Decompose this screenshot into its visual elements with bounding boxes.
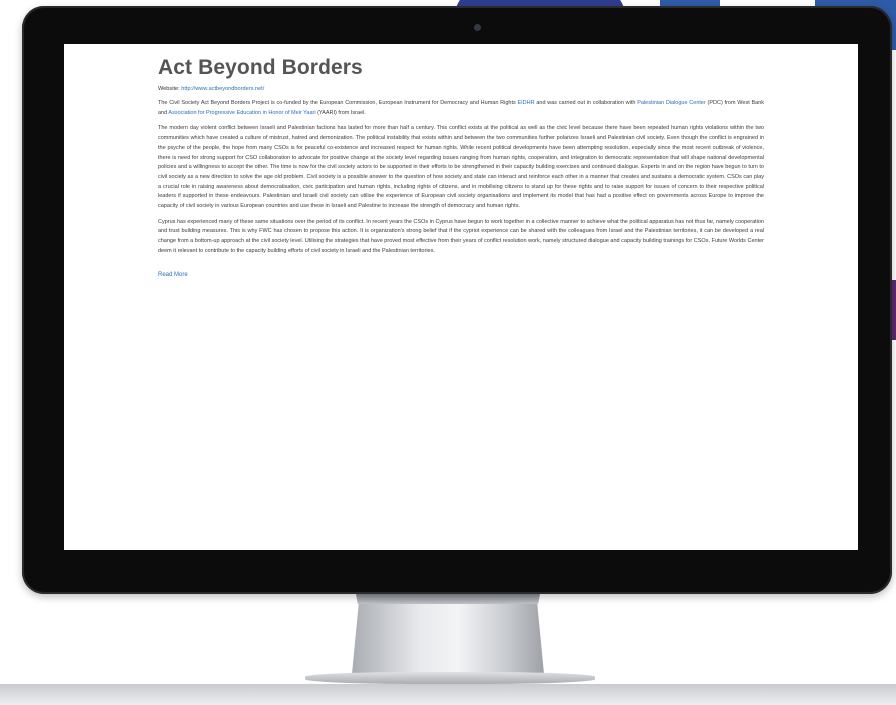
monitor-stand-neck	[352, 594, 544, 674]
conflict-paragraph: The modern day violent conflict between …	[158, 125, 764, 210]
intro-text: The Civil Society Act Beyond Borders Pro…	[158, 100, 518, 106]
intro-text: and was carried out in collaboration wit…	[534, 100, 638, 106]
eidhr-link[interactable]: EIDHR	[517, 100, 534, 106]
desk-surface	[0, 684, 896, 705]
website-label: Website:	[158, 86, 180, 92]
camera-icon	[474, 24, 481, 31]
page-content: Act Beyond Borders Website: http://www.a…	[158, 56, 764, 281]
intro-text: (YAARI) from Israel.	[315, 109, 366, 116]
monitor-stand-base	[305, 672, 595, 684]
page-title: Act Beyond Borders	[158, 56, 363, 79]
pdc-link[interactable]: Palestinian Dialogue Center	[637, 100, 706, 106]
cyprus-paragraph: Cyprus has experienced many of these sam…	[158, 218, 764, 254]
yaari-link[interactable]: Association for Progressive Education in…	[168, 110, 315, 116]
monitor-stand-shadow	[356, 594, 540, 604]
read-more-link[interactable]: Read More	[158, 272, 188, 278]
monitor-screen: Act Beyond Borders Website: http://www.a…	[64, 44, 858, 550]
website-line: Website: http://www.actbeyondborders.net…	[158, 86, 764, 92]
website-link[interactable]: http://www.actbeyondborders.net/	[181, 86, 264, 92]
intro-paragraph: The Civil Society Act Beyond Borders Pro…	[158, 99, 764, 118]
